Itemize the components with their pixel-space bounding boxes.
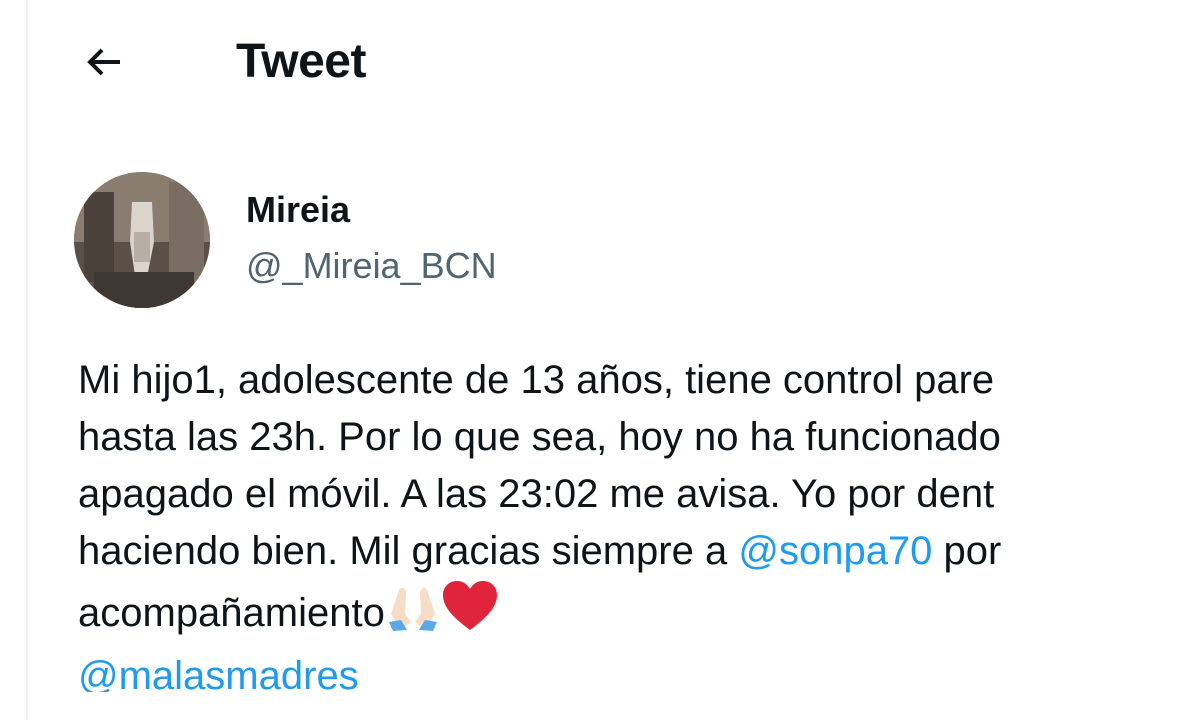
mention-link-malasmadres[interactable]: @malasmadres xyxy=(78,654,359,692)
tweet-header: Tweet xyxy=(0,0,1200,120)
author-display-name[interactable]: Mireia xyxy=(246,188,350,232)
mention-link-sonpa70[interactable]: @sonpa70 xyxy=(738,529,932,573)
tweet-line: apagado el móvil. A las 23:02 me avisa. … xyxy=(78,472,995,516)
tweet-line: Mi hijo1, adolescente de 13 años, tiene … xyxy=(78,358,995,402)
arrow-left-icon xyxy=(87,48,120,76)
tweet-text-segment: acompañamiento xyxy=(78,591,385,635)
tweet-text-segment: haciendo bien. Mil gracias siempre a xyxy=(78,529,739,573)
page-title: Tweet xyxy=(236,35,366,88)
tweet-line: acompañamiento xyxy=(78,580,1200,648)
author-handle[interactable]: @_Mireia_BCN xyxy=(246,244,497,288)
tweet-text-segment: por xyxy=(932,529,1002,573)
avatar[interactable] xyxy=(74,172,210,308)
tweet-line: hasta las 23h. Por lo que sea, hoy no ha… xyxy=(78,415,1001,459)
tweet-line: @malasmadres xyxy=(78,648,1200,692)
tweet-text: Mi hijo1, adolescente de 13 años, tiene … xyxy=(78,352,1200,692)
tweet-line: haciendo bien. Mil gracias siempre a @so… xyxy=(78,523,1200,580)
folded-hands-icon xyxy=(385,584,441,648)
avatar-photo xyxy=(74,172,210,308)
red-heart-icon xyxy=(441,580,499,648)
back-button[interactable] xyxy=(72,30,136,94)
